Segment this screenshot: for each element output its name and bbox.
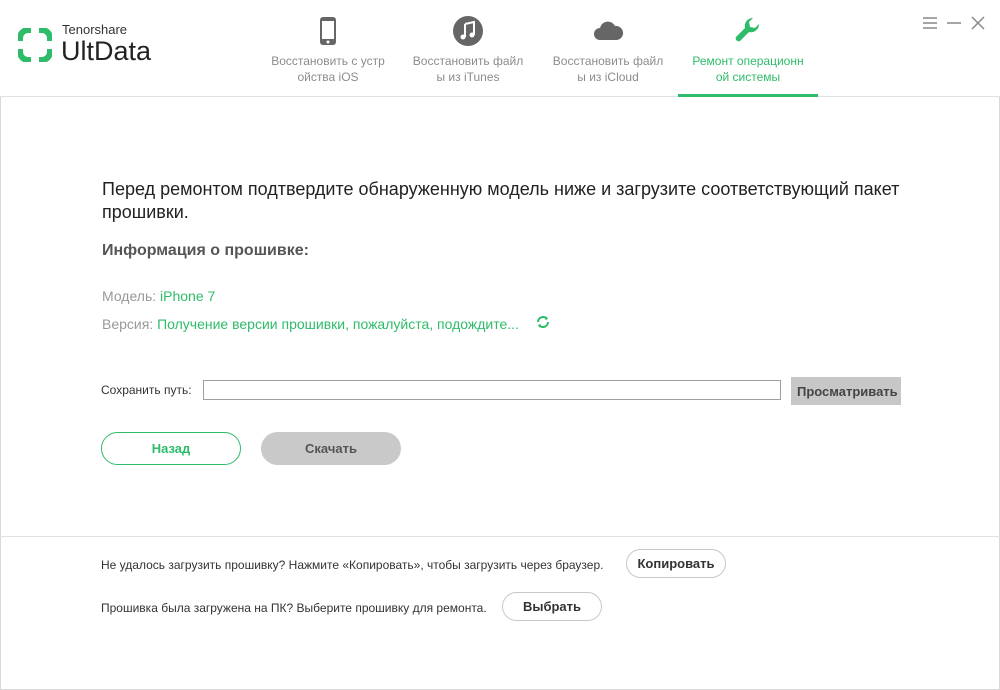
copy-hint-text: Не удалось загрузить прошивку? Нажмите «… — [101, 558, 604, 572]
browse-button[interactable]: Просматривать — [791, 377, 901, 405]
brand-product: UltData — [61, 36, 152, 66]
tab-label: Ремонт операционн ой системы — [692, 54, 804, 84]
footer-divider — [0, 536, 1000, 537]
menu-icon[interactable] — [921, 14, 939, 32]
music-note-icon — [453, 16, 483, 46]
tab-recover-itunes[interactable]: Восстановить файл ы из iTunes — [398, 0, 538, 96]
phone-icon — [320, 17, 336, 45]
wrench-icon — [735, 17, 760, 42]
download-button[interactable]: Скачать — [261, 432, 401, 465]
tab-repair-os[interactable]: Ремонт операционн ой системы — [678, 0, 818, 97]
tab-label: Восстановить файл ы из iCloud — [552, 54, 664, 84]
brand-company: Tenorshare — [62, 22, 128, 37]
select-hint-text: Прошивка была загружена на ПК? Выберите … — [101, 601, 487, 615]
version-row: Версия: Получение версии прошивки, пожал… — [102, 316, 519, 332]
save-path-label: Сохранить путь: — [101, 383, 192, 397]
app-window — [0, 0, 1000, 690]
header: Tenorshare UltData Восстановить с устр о… — [0, 0, 1000, 97]
refresh-icon — [537, 316, 549, 328]
copy-button[interactable]: Копировать — [626, 549, 726, 578]
version-label: Версия: — [102, 316, 154, 332]
tab-label: Восстановить файл ы из iTunes — [412, 54, 524, 84]
model-value: iPhone 7 — [160, 288, 216, 304]
minimize-icon[interactable] — [945, 14, 963, 32]
version-value: Получение версии прошивки, пожалуйста, п… — [157, 316, 519, 332]
ultdata-logo-icon — [18, 28, 52, 62]
tab-label: Восстановить с устр ойства iOS — [271, 54, 385, 84]
save-path-input[interactable] — [203, 380, 781, 400]
model-label: Модель: — [102, 288, 157, 304]
firmware-info-heading: Информация о прошивке: — [102, 242, 309, 259]
close-icon[interactable] — [969, 14, 987, 32]
select-button[interactable]: Выбрать — [502, 592, 602, 621]
cloud-icon — [594, 21, 624, 40]
tab-recover-ios[interactable]: Восстановить с устр ойства iOS — [258, 0, 398, 96]
page-heading: Перед ремонтом подтвердите обнаруженную … — [102, 179, 900, 222]
tab-recover-icloud[interactable]: Восстановить файл ы из iCloud — [538, 0, 678, 96]
model-row: Модель: iPhone 7 — [102, 288, 215, 304]
back-button[interactable]: Назад — [101, 432, 241, 465]
